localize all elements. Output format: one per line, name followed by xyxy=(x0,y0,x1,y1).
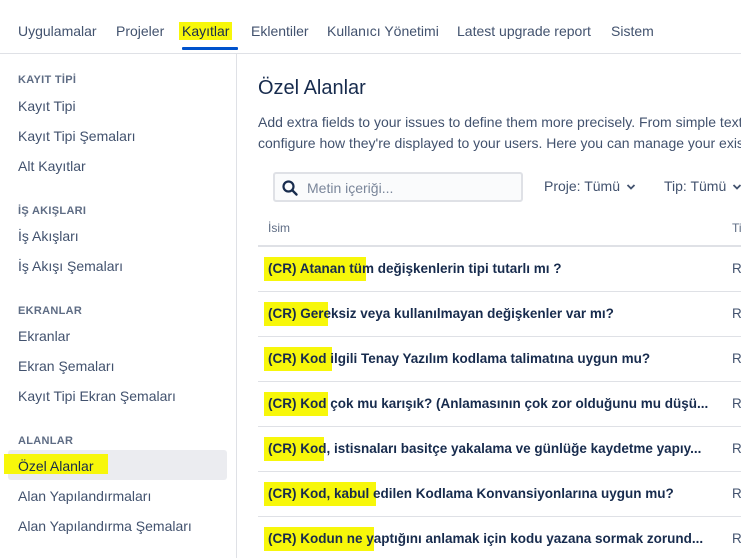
sidebar-heading-ekranlar: EKRANLAR xyxy=(18,305,83,317)
sidebar-heading-is-akislari: İŞ AKIŞLARI xyxy=(18,205,87,217)
sidebar-item-alan-yapilandirma-semalari[interactable]: Alan Yapılandırma Şemaları xyxy=(18,517,192,535)
sidebar-item-kayit-tipi-semalari[interactable]: Kayıt Tipi Şemaları xyxy=(18,127,136,145)
field-type: R xyxy=(732,441,741,456)
field-type: R xyxy=(732,351,741,366)
tab-latest-upgrade-report[interactable]: Latest upgrade report xyxy=(457,22,591,40)
sidebar-item-ozel-alanlar[interactable]: Özel Alanlar xyxy=(18,457,93,475)
tab-projeler[interactable]: Projeler xyxy=(116,22,164,40)
field-name[interactable]: (CR) Kod ilgili Tenay Yazılım kodlama ta… xyxy=(264,347,651,371)
field-type: R xyxy=(732,306,741,321)
sidebar-item-alan-yapilandirmalari[interactable]: Alan Yapılandırmaları xyxy=(18,487,151,505)
table-row[interactable]: (CR) Gereksiz veya kullanılmayan değişke… xyxy=(258,292,741,337)
tab-kullanici-yonetimi[interactable]: Kullanıcı Yönetimi xyxy=(327,22,439,40)
project-filter[interactable]: Proje: Tümü xyxy=(544,178,636,194)
tab-eklentiler[interactable]: Eklentiler xyxy=(251,22,309,40)
sidebar-item-kayit-tipi-ekran-semalari[interactable]: Kayıt Tipi Ekran Şemaları xyxy=(18,387,176,405)
description-line-2: configure how they're displayed to your … xyxy=(258,135,741,151)
field-name-text: (CR) Kod ilgili Tenay Yazılım kodlama ta… xyxy=(268,351,651,366)
field-type: R xyxy=(732,261,741,276)
column-header-type[interactable]: Ti xyxy=(732,221,741,235)
field-name[interactable]: (CR) Gereksiz veya kullanılmayan değişke… xyxy=(264,302,614,326)
sidebar-item-alt-kayitlar[interactable]: Alt Kayıtlar xyxy=(18,157,86,175)
table-row[interactable]: (CR) Kod ilgili Tenay Yazılım kodlama ta… xyxy=(258,337,741,382)
field-name[interactable]: (CR) Kod, istisnaları basitçe yakalama v… xyxy=(264,437,702,461)
field-name-text: (CR) Kod çok mu karışık? (Anlamasının ço… xyxy=(268,396,709,411)
sidebar-item-kayit-tipi[interactable]: Kayıt Tipi xyxy=(18,97,76,115)
field-name-text: (CR) Kod, istisnaları basitçe yakalama v… xyxy=(268,441,702,456)
field-name[interactable]: (CR) Kod, kabul edilen Kodlama Konvansiy… xyxy=(264,482,674,506)
field-type: R xyxy=(732,486,741,501)
type-filter-label: Tip: Tümü xyxy=(664,178,727,194)
field-name-text: (CR) Atanan tüm değişkenlerin tipi tutar… xyxy=(268,261,562,276)
project-filter-label: Proje: Tümü xyxy=(544,178,620,194)
sidebar-heading-alanlar: ALANLAR xyxy=(18,435,74,447)
chevron-down-icon xyxy=(626,184,636,191)
search-placeholder: Metin içeriği... xyxy=(307,180,394,196)
field-name-text: (CR) Kodun ne yaptığını anlamak için kod… xyxy=(268,531,704,546)
active-tab-indicator xyxy=(182,47,238,50)
page-title: Özel Alanlar xyxy=(258,77,366,99)
type-filter[interactable]: Tip: Tümü xyxy=(664,178,741,194)
table-row[interactable]: (CR) Atanan tüm değişkenlerin tipi tutar… xyxy=(258,247,741,292)
sidebar: KAYIT TİPİ Kayıt Tipi Kayıt Tipi Şemalar… xyxy=(0,54,237,558)
chevron-down-icon xyxy=(733,184,741,191)
table-row[interactable]: (CR) Kod, istisnaları basitçe yakalama v… xyxy=(258,427,741,472)
tab-kayitlar[interactable]: Kayıtlar xyxy=(179,22,233,40)
sidebar-item-ekranlar[interactable]: Ekranlar xyxy=(18,327,70,345)
sidebar-item-ekran-semalari[interactable]: Ekran Şemaları xyxy=(18,357,114,375)
description-line-1: Add extra fields to your issues to defin… xyxy=(258,114,741,130)
tab-uygulamalar[interactable]: Uygulamalar xyxy=(18,22,97,40)
field-name-text: (CR) Kod, kabul edilen Kodlama Konvansiy… xyxy=(268,486,674,501)
field-type: R xyxy=(732,531,741,546)
field-name[interactable]: (CR) Kodun ne yaptığını anlamak için kod… xyxy=(264,527,704,551)
tab-kayitlar-label: Kayıtlar xyxy=(179,22,233,40)
main-content: Özel Alanlar Add extra fields to your is… xyxy=(238,54,741,558)
field-type: R xyxy=(732,396,741,411)
search-input[interactable]: Metin içeriği... xyxy=(273,172,523,202)
table-row[interactable]: (CR) Kodun ne yaptığını anlamak için kod… xyxy=(258,517,741,558)
table-row[interactable]: (CR) Kod, kabul edilen Kodlama Konvansiy… xyxy=(258,472,741,517)
search-icon xyxy=(282,180,298,196)
field-name[interactable]: (CR) Atanan tüm değişkenlerin tipi tutar… xyxy=(264,257,562,281)
sidebar-item-is-akislari[interactable]: İş Akışları xyxy=(18,227,79,245)
page-description: Add extra fields to your issues to defin… xyxy=(258,112,741,154)
sidebar-heading-kayit-tipi: KAYIT TİPİ xyxy=(18,74,77,86)
tab-sistem[interactable]: Sistem xyxy=(611,22,654,40)
field-name-text: (CR) Gereksiz veya kullanılmayan değişke… xyxy=(268,306,614,321)
sidebar-item-is-akisi-semalari[interactable]: İş Akışı Şemaları xyxy=(18,257,123,275)
table-row[interactable]: (CR) Kod çok mu karışık? (Anlamasının ço… xyxy=(258,382,741,427)
top-navigation: Uygulamalar Projeler Kayıtlar Eklentiler… xyxy=(0,0,741,54)
field-name[interactable]: (CR) Kod çok mu karışık? (Anlamasının ço… xyxy=(264,392,709,416)
column-header-name[interactable]: İsim xyxy=(268,221,290,235)
